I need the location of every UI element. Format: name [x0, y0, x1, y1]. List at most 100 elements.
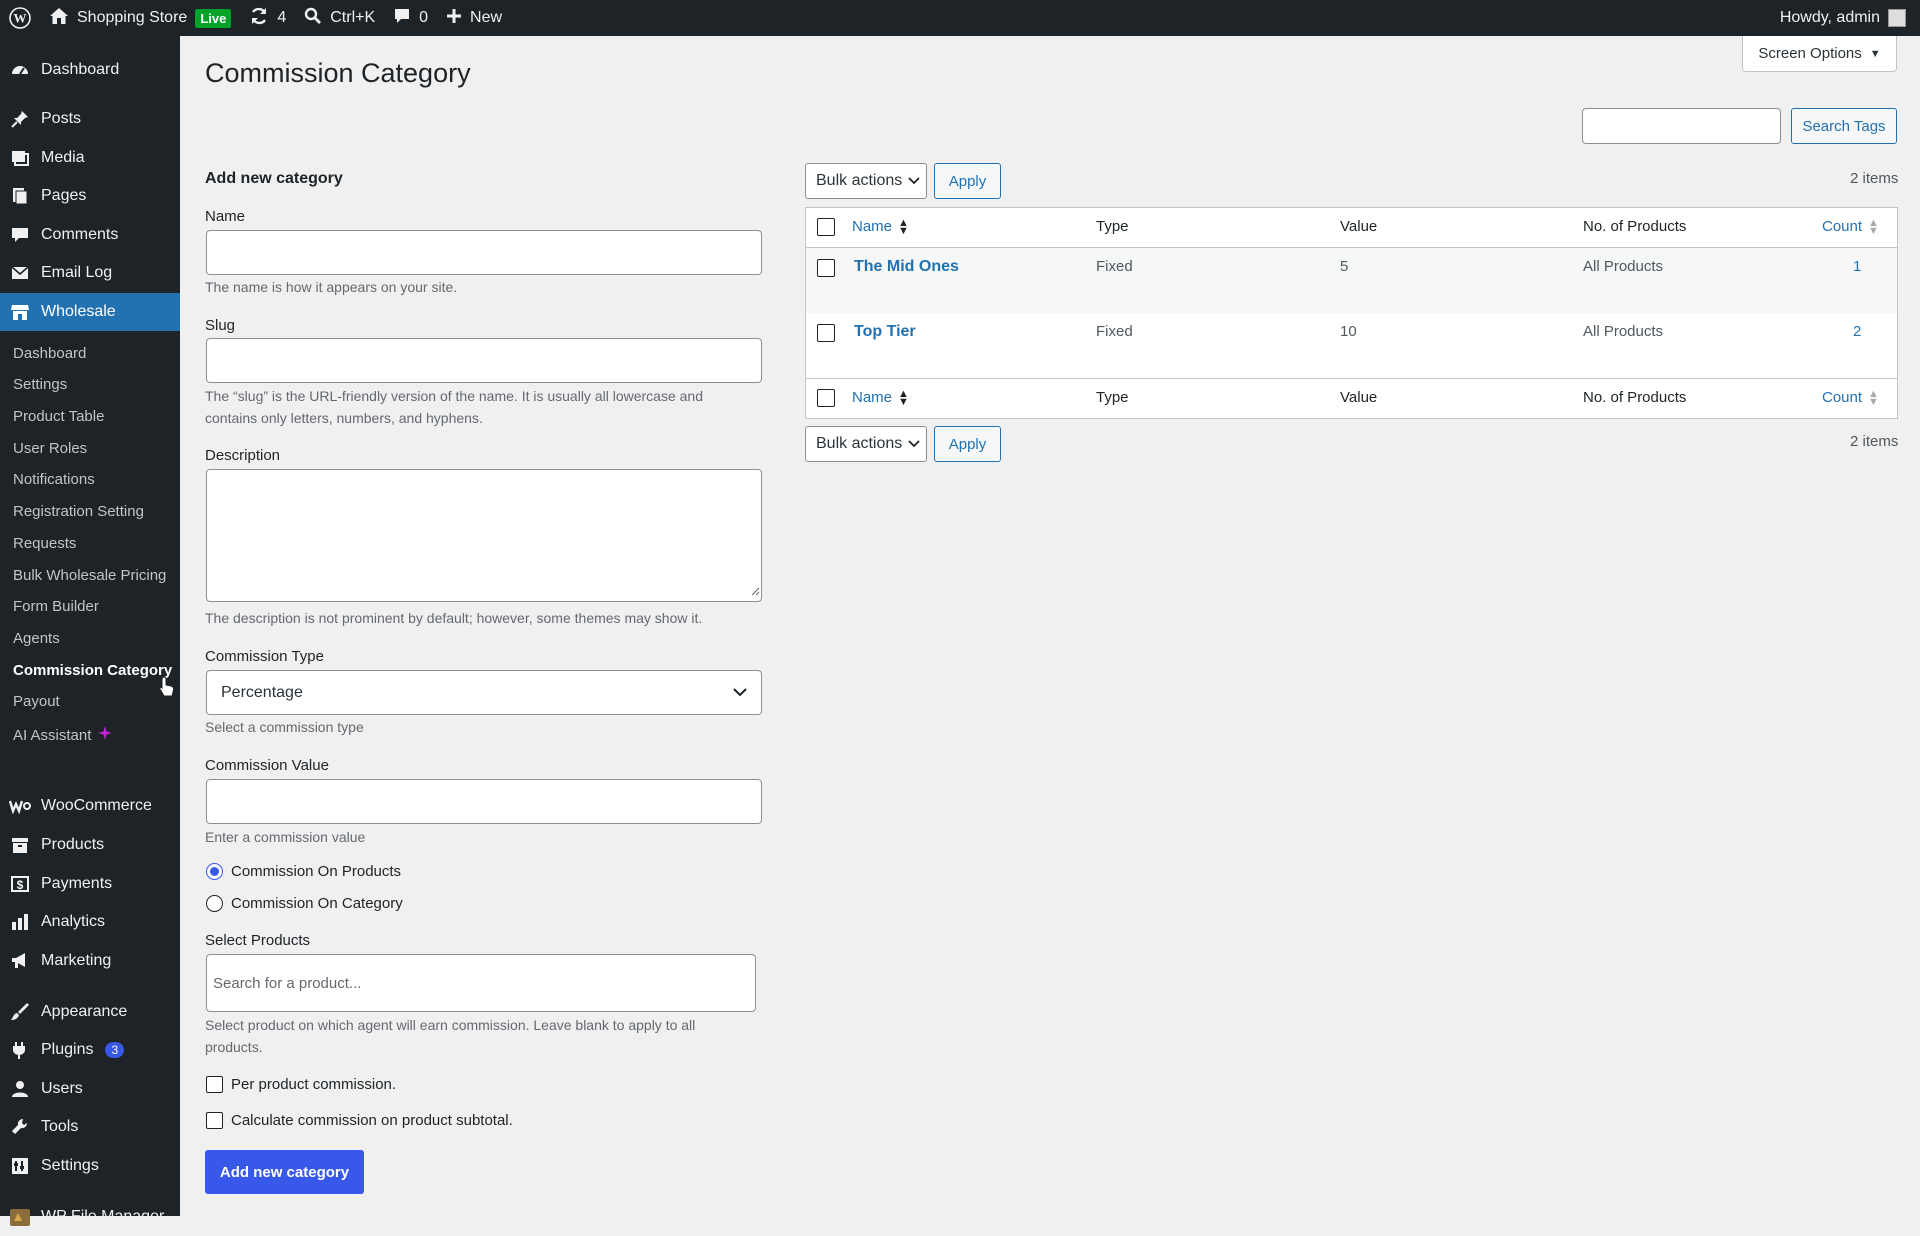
menu-comments[interactable]: Comments	[0, 216, 180, 254]
menu-analytics[interactable]: Analytics	[0, 903, 180, 941]
select-products-input[interactable]: Search for a product...	[206, 954, 756, 1012]
name-input[interactable]	[206, 230, 762, 275]
submenu-registration-setting[interactable]: Registration Setting	[13, 503, 144, 520]
plugin-icon	[9, 1039, 31, 1061]
comment-icon	[393, 7, 411, 30]
submenu-user-roles[interactable]: User Roles	[13, 440, 87, 457]
submenu-form-builder[interactable]: Form Builder	[13, 598, 99, 615]
site-name-link[interactable]: Shopping Store Live	[40, 0, 240, 36]
select-products-placeholder: Search for a product...	[213, 974, 362, 992]
menu-label: Users	[41, 1080, 83, 1097]
search-tags-button[interactable]: Search Tags	[1791, 108, 1897, 144]
column-footer-count[interactable]: Count ▲ ▼	[1822, 389, 1879, 408]
description-textarea[interactable]	[206, 469, 762, 602]
commission-type-help: Select a commission type	[205, 719, 364, 735]
menu-appearance[interactable]: Appearance	[0, 993, 180, 1031]
sparkle-icon	[97, 725, 113, 745]
commission-type-value: Percentage	[221, 683, 303, 701]
submenu-dashboard[interactable]: Dashboard	[13, 345, 86, 362]
search-icon	[304, 7, 322, 30]
new-content-link[interactable]: New	[437, 0, 511, 36]
submenu-agents[interactable]: Agents	[13, 630, 60, 647]
table-header-row: Name ▲ ▼ Type Value No. of Products Count ▲…	[806, 208, 1897, 248]
menu-tools[interactable]: Tools	[0, 1108, 180, 1146]
submenu-bulk-wholesale-pricing[interactable]: Bulk Wholesale Pricing	[13, 567, 166, 584]
media-icon	[9, 147, 31, 169]
commission-value-input[interactable]	[206, 779, 762, 824]
commission-on-category-radio[interactable]	[206, 895, 223, 912]
submenu-product-table[interactable]: Product Table	[13, 408, 104, 425]
bulk-actions-select-top[interactable]: Bulk actions	[805, 163, 927, 199]
column-header-label: Name	[852, 218, 893, 235]
account-menu[interactable]: Howdy, admin	[1771, 0, 1920, 36]
column-footer-type: Type	[1096, 389, 1129, 406]
menu-pages[interactable]: Pages	[0, 177, 180, 215]
comments-link[interactable]: 0	[384, 0, 437, 36]
settings-icon	[9, 1155, 31, 1177]
submenu-requests[interactable]: Requests	[13, 535, 76, 552]
per-product-commission-checkbox[interactable]	[206, 1076, 223, 1093]
apply-button-top[interactable]: Apply	[934, 163, 1001, 199]
screen-options-button[interactable]: Screen Options ▼	[1742, 36, 1897, 72]
select-all-checkbox[interactable]	[817, 389, 835, 407]
search-tags-input[interactable]	[1582, 108, 1781, 144]
name-help: The name is how it appears on your site.	[205, 279, 458, 295]
subtotal-commission-option[interactable]: Calculate commission on product subtotal…	[206, 1112, 513, 1129]
submenu-commission-category[interactable]: Commission Category	[13, 662, 172, 679]
woocommerce-icon	[9, 795, 31, 817]
table-row: The Mid Ones Fixed 5 All Products 1	[806, 248, 1897, 313]
column-header-products: No. of Products	[1583, 218, 1687, 235]
add-new-category-button[interactable]: Add new category	[205, 1150, 364, 1194]
menu-plugins[interactable]: Plugins 3	[0, 1031, 180, 1069]
commission-on-products-radio[interactable]	[206, 863, 223, 880]
submenu-ai-assistant[interactable]: AI Assistant	[13, 725, 113, 745]
radio-label: Commission On Products	[231, 863, 402, 880]
select-all-checkbox[interactable]	[817, 218, 835, 236]
column-header-count[interactable]: Count ▲ ▼	[1822, 218, 1879, 237]
slug-input[interactable]	[206, 338, 762, 383]
menu-users[interactable]: Users	[0, 1070, 180, 1108]
menu-products[interactable]: Products	[0, 826, 180, 864]
menu-posts[interactable]: Posts	[0, 100, 180, 138]
menu-wp-file-manager[interactable]: WP File Manager	[0, 1198, 180, 1236]
submenu-notifications[interactable]: Notifications	[13, 471, 95, 488]
bulk-actions-select-bottom[interactable]: Bulk actions	[805, 426, 927, 462]
submenu-settings[interactable]: Settings	[13, 376, 67, 393]
category-name-link[interactable]: Top Tier	[854, 323, 916, 341]
wordpress-logo-icon[interactable]: W	[0, 0, 40, 36]
menu-woocommerce[interactable]: WooCommerce	[0, 787, 180, 825]
commission-type-select[interactable]: Percentage	[206, 670, 762, 715]
category-name-link[interactable]: The Mid Ones	[854, 258, 959, 276]
column-footer-value: Value	[1340, 389, 1378, 406]
updates-link[interactable]: 4	[240, 0, 295, 36]
category-value: 5	[1340, 258, 1349, 275]
select-products-label: Select Products	[205, 932, 311, 949]
command-search[interactable]: Ctrl+K	[295, 0, 384, 36]
category-count-link[interactable]: 1	[1853, 258, 1861, 275]
submenu-payout[interactable]: Payout	[13, 693, 60, 710]
radio-label: Commission On Category	[231, 895, 403, 912]
menu-email-log[interactable]: Email Log	[0, 254, 180, 292]
resize-handle-icon[interactable]	[750, 583, 760, 600]
row-checkbox[interactable]	[817, 259, 835, 277]
menu-wholesale[interactable]: Wholesale	[0, 293, 180, 331]
menu-label: Pages	[41, 187, 87, 204]
submenu-label: AI Assistant	[13, 726, 92, 744]
subtotal-commission-checkbox[interactable]	[206, 1112, 223, 1129]
column-header-name[interactable]: Name ▲ ▼	[852, 218, 909, 237]
items-count-bottom: 2 items	[1850, 433, 1899, 450]
menu-media[interactable]: Media	[0, 139, 180, 177]
menu-settings[interactable]: Settings	[0, 1147, 180, 1185]
menu-dashboard[interactable]: Dashboard	[0, 51, 180, 89]
commission-on-products-option[interactable]: Commission On Products	[206, 863, 401, 880]
apply-button-bottom[interactable]: Apply	[934, 426, 1001, 462]
per-product-commission-option[interactable]: Per product commission.	[206, 1076, 396, 1093]
row-checkbox[interactable]	[817, 324, 835, 342]
slug-help-line2: contains only letters, numbers, and hyph…	[205, 410, 483, 426]
commission-on-category-option[interactable]: Commission On Category	[206, 895, 403, 912]
name-label: Name	[205, 208, 246, 225]
menu-payments[interactable]: $ Payments	[0, 865, 180, 903]
menu-marketing[interactable]: Marketing	[0, 942, 180, 980]
column-footer-name[interactable]: Name ▲ ▼	[852, 389, 909, 408]
category-count-link[interactable]: 2	[1853, 323, 1861, 340]
